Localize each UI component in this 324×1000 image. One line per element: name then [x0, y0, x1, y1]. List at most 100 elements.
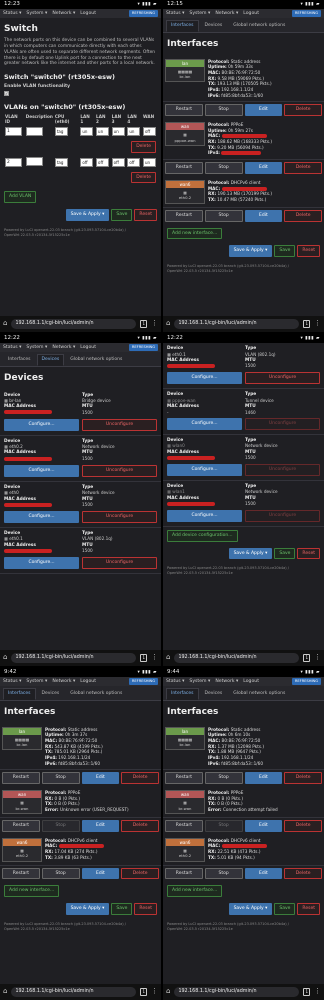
add-interface-button[interactable]: Add new interface... [4, 885, 60, 898]
footer-powered[interactable]: Powered by LuCI openwrt-22.03 branch (gi… [167, 922, 289, 926]
lan1-select[interactable]: off [80, 157, 94, 167]
save-apply-button[interactable]: Save & Apply ▾ [65, 209, 110, 222]
edit-button[interactable]: Edit [244, 819, 283, 832]
home-icon[interactable]: ⌂ [166, 987, 170, 996]
nav-logout[interactable]: Logout [243, 679, 259, 685]
restart-button[interactable]: Restart [2, 772, 40, 785]
edit-button[interactable]: Edit [81, 772, 120, 785]
vlan-id-input[interactable]: 1 [5, 127, 22, 137]
reset-button[interactable]: Reset [134, 209, 157, 222]
address-bar[interactable]: 192.168.1.1/cgi-bin/luci/admin/n [11, 652, 137, 664]
tab-count[interactable]: 1 [303, 654, 310, 662]
edit-button[interactable]: Edit [81, 867, 120, 880]
tab-count[interactable]: 1 [140, 988, 147, 996]
tab-interfaces[interactable]: Interfaces [3, 354, 36, 366]
nav-system[interactable]: System ▾ [26, 11, 47, 17]
menu-icon[interactable]: ⋮ [151, 653, 158, 662]
add-interface-button[interactable]: Add new interface... [167, 885, 223, 898]
tab-global[interactable]: Global network options [65, 688, 127, 700]
reset-button[interactable]: Reset [297, 547, 320, 560]
configure-button[interactable]: Configure... [167, 509, 242, 522]
unconfigure-button[interactable]: Unconfigure [82, 418, 157, 431]
save-button[interactable]: Save [274, 903, 296, 916]
unconfigure-button[interactable]: Unconfigure [82, 464, 157, 477]
nav-network[interactable]: Network ▾ [52, 345, 75, 351]
refreshing-badge[interactable]: REFRESHING [291, 10, 321, 17]
delete-button[interactable]: Delete [284, 819, 322, 832]
footer-powered[interactable]: Powered by LuCI openwrt-22.03 branch (gi… [167, 566, 289, 570]
home-icon[interactable]: ⌂ [3, 987, 7, 996]
menu-icon[interactable]: ⋮ [314, 987, 321, 996]
address-bar[interactable]: 192.168.1.1/cgi-bin/luci/admin/n [174, 986, 300, 998]
nav-status[interactable]: Status ▾ [3, 11, 21, 17]
nav-status[interactable]: Status ▾ [3, 679, 21, 685]
save-apply-button[interactable]: Save & Apply ▾ [228, 903, 273, 916]
restart-button[interactable]: Restart [165, 162, 203, 174]
stop-button[interactable]: Stop [204, 104, 243, 117]
footer-powered[interactable]: Powered by LuCI openwrt-22.03 branch (gi… [4, 228, 126, 232]
nav-logout[interactable]: Logout [80, 11, 96, 17]
unconfigure-button[interactable]: Unconfigure [245, 417, 320, 430]
nav-status[interactable]: Status ▾ [166, 679, 184, 685]
restart-button[interactable]: Restart [165, 867, 203, 880]
delete-button[interactable]: Delete [284, 867, 322, 880]
enable-vlan-checkbox[interactable]: ✓ [4, 90, 9, 96]
lan1-select[interactable]: un [80, 127, 94, 137]
nav-system[interactable]: System ▾ [189, 11, 210, 17]
cpu-select[interactable]: tag [54, 157, 68, 167]
lan4-select[interactable]: off [127, 157, 141, 167]
tab-count[interactable]: 1 [140, 654, 147, 662]
home-icon[interactable]: ⌂ [3, 319, 7, 328]
stop-button[interactable]: Stop [41, 772, 80, 785]
unconfigure-button[interactable]: Unconfigure [245, 463, 320, 476]
nav-system[interactable]: System ▾ [26, 345, 47, 351]
nav-logout[interactable]: Logout [80, 345, 96, 351]
configure-button[interactable]: Configure... [4, 464, 79, 477]
delete-vlan-button[interactable]: Delete [131, 141, 156, 154]
delete-button[interactable]: Delete [284, 162, 322, 174]
reset-button[interactable]: Reset [297, 903, 320, 916]
refreshing-badge[interactable]: REFRESHING [291, 678, 321, 685]
delete-button[interactable]: Delete [121, 867, 159, 880]
vlan-id-input[interactable]: 2 [5, 157, 22, 167]
edit-button[interactable]: Edit [244, 162, 283, 174]
add-interface-button[interactable]: Add new interface... [167, 227, 223, 240]
edit-button[interactable]: Edit [244, 867, 283, 880]
stop-button[interactable]: Stop [204, 162, 243, 174]
stop-button[interactable]: Stop [204, 772, 243, 785]
address-bar[interactable]: 192.168.1.1/cgi-bin/luci/admin/n [11, 986, 137, 998]
save-button[interactable]: Save [111, 903, 133, 916]
refreshing-badge[interactable]: REFRESHING [128, 678, 158, 685]
address-bar[interactable]: 192.168.1.1/cgi-bin/luci/admin/n [174, 318, 300, 330]
configure-button[interactable]: Configure... [167, 417, 242, 430]
menu-icon[interactable]: ⋮ [314, 653, 321, 662]
configure-button[interactable]: Configure... [4, 556, 79, 569]
vlan-description-input[interactable] [25, 126, 43, 136]
vlan-description-input[interactable] [25, 157, 43, 167]
restart-button[interactable]: Restart [165, 819, 203, 832]
tab-global[interactable]: Global network options [228, 688, 290, 700]
restart-button[interactable]: Restart [2, 867, 40, 880]
delete-button[interactable]: Delete [284, 209, 322, 222]
nav-network[interactable]: Network ▾ [215, 679, 238, 685]
save-apply-button[interactable]: Save & Apply ▾ [65, 903, 110, 916]
wan-select[interactable]: un [142, 157, 156, 167]
save-button[interactable]: Save [274, 245, 296, 258]
tab-count[interactable]: 1 [303, 320, 310, 328]
stop-button[interactable]: Stop [204, 819, 243, 832]
delete-button[interactable]: Delete [284, 104, 322, 117]
lan4-select[interactable]: un [127, 127, 141, 137]
restart-button[interactable]: Restart [2, 819, 40, 832]
configure-button[interactable]: Configure... [4, 510, 79, 523]
stop-button[interactable]: Stop [41, 819, 80, 832]
menu-icon[interactable]: ⋮ [151, 319, 158, 328]
unconfigure-button[interactable]: Unconfigure [82, 510, 157, 523]
nav-logout[interactable]: Logout [80, 679, 96, 685]
tab-interfaces[interactable]: Interfaces [166, 688, 199, 700]
footer-powered[interactable]: Powered by LuCI openwrt-22.03 branch (gi… [4, 922, 126, 926]
tab-devices[interactable]: Devices [200, 688, 228, 700]
edit-button[interactable]: Edit [81, 819, 120, 832]
save-apply-button[interactable]: Save & Apply ▾ [228, 547, 273, 560]
tab-count[interactable]: 1 [303, 988, 310, 996]
tab-global[interactable]: Global network options [228, 20, 290, 32]
